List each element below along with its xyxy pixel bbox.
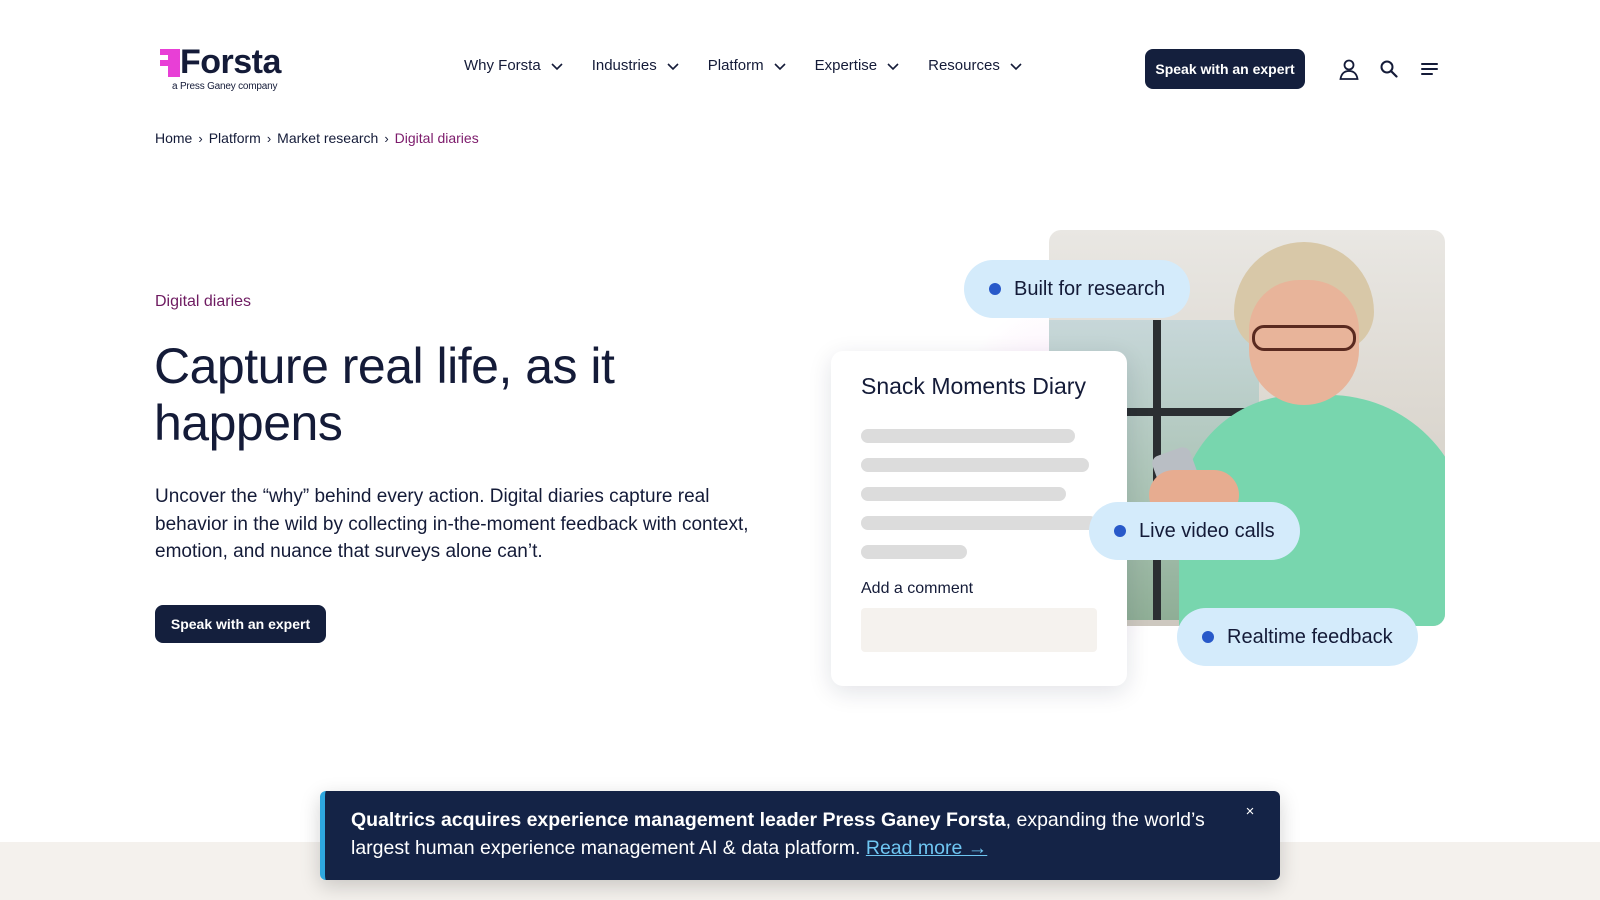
close-icon[interactable]: × <box>1240 801 1260 821</box>
pill-label: Built for research <box>1014 277 1166 300</box>
breadcrumb-home[interactable]: Home <box>155 130 192 146</box>
speak-with-expert-button[interactable]: Speak with an expert <box>1145 49 1305 89</box>
hero-eyebrow: Digital diaries <box>155 293 252 310</box>
placeholder-line <box>861 458 1089 472</box>
breadcrumb-market-research[interactable]: Market research <box>277 130 378 146</box>
nav-item-label: Resources <box>928 57 1000 74</box>
chevron-down-icon <box>551 62 563 70</box>
pill-live-video-calls: Live video calls <box>1089 502 1300 560</box>
diary-card: Snack Moments Diary Add a comment <box>831 351 1127 686</box>
placeholder-line <box>861 429 1075 443</box>
breadcrumb-separator: › <box>266 130 272 146</box>
nav-item-platform[interactable]: Platform <box>708 57 787 74</box>
logo-tagline: a Press Ganey company <box>172 81 278 92</box>
breadcrumb-platform[interactable]: Platform <box>209 130 261 146</box>
pill-built-for-research: Built for research <box>964 260 1191 318</box>
hero-headline: Capture real life, as it happens <box>154 338 615 451</box>
logo-wordmark: Forsta <box>180 43 281 81</box>
nav-item-why-forsta[interactable]: Why Forsta <box>464 57 564 74</box>
nav-item-label: Industries <box>591 57 657 74</box>
bullet-dot-icon <box>1114 525 1126 537</box>
chevron-down-icon <box>887 62 899 70</box>
pill-realtime-feedback: Realtime feedback <box>1177 608 1418 666</box>
user-icon[interactable] <box>1337 57 1361 81</box>
chevron-down-icon <box>774 62 786 70</box>
placeholder-line <box>861 487 1066 501</box>
announcement-banner: Qualtrics acquires experience management… <box>320 791 1280 880</box>
placeholder-line <box>861 545 967 559</box>
nav-item-label: Why Forsta <box>464 57 541 74</box>
search-icon[interactable] <box>1377 57 1401 81</box>
breadcrumb-separator: › <box>198 130 203 146</box>
chevron-down-icon <box>1010 62 1022 70</box>
comment-input <box>861 608 1097 652</box>
breadcrumb-separator: › <box>384 130 389 146</box>
banner-message: Qualtrics acquires experience management… <box>351 806 1231 862</box>
nav-item-label: Platform <box>707 57 764 74</box>
main-nav: Why Forsta Industries Platform Expertise… <box>464 57 1051 74</box>
read-more-link[interactable]: Read more → <box>866 837 987 859</box>
pill-label: Realtime feedback <box>1227 625 1393 648</box>
nav-item-label: Expertise <box>814 57 878 74</box>
bullet-dot-icon <box>1202 631 1214 643</box>
hero-speak-with-expert-button[interactable]: Speak with an expert <box>155 605 326 643</box>
breadcrumb: Home › Platform › Market research › Digi… <box>155 130 479 146</box>
nav-item-expertise[interactable]: Expertise <box>815 57 901 74</box>
hero-description: Uncover the “why” behind every action. D… <box>155 486 749 562</box>
breadcrumb-current: Digital diaries <box>394 130 479 146</box>
nav-item-industries[interactable]: Industries <box>592 57 680 74</box>
forsta-logo[interactable]: Forsta a Press Ganey company <box>160 43 310 93</box>
site-header: Forsta a Press Ganey company Why Forsta … <box>0 0 1600 130</box>
add-comment-label: Add a comment <box>861 580 974 597</box>
forsta-logo-mark-icon <box>160 49 180 77</box>
menu-icon[interactable] <box>1418 57 1442 81</box>
pill-label: Live video calls <box>1139 519 1275 542</box>
diary-title: Snack Moments Diary <box>861 373 1086 399</box>
chevron-down-icon <box>667 62 679 70</box>
placeholder-line <box>861 516 1097 530</box>
nav-item-resources[interactable]: Resources <box>928 57 1023 74</box>
banner-headline: Qualtrics acquires experience management… <box>351 809 1006 831</box>
bullet-dot-icon <box>989 283 1001 295</box>
